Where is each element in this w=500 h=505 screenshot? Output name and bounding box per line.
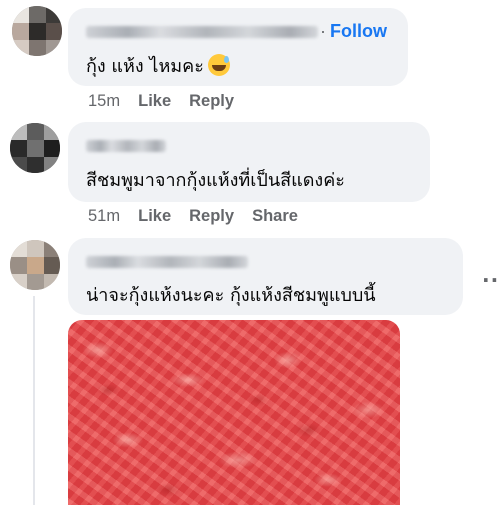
reply-button[interactable]: Reply (189, 92, 234, 111)
reply-button[interactable]: Reply (189, 207, 234, 226)
share-button[interactable]: Share (252, 207, 298, 226)
like-button[interactable]: Like (138, 92, 171, 111)
author-name[interactable] (86, 256, 248, 268)
sweat-smile-emoji-icon (207, 54, 230, 76)
comment-photo-attachment[interactable] (68, 320, 400, 505)
thread-line (33, 296, 35, 505)
follow-button[interactable]: · Follow (320, 21, 387, 42)
comment-bubble: สีชมพูมาจากกุ้งแห้งที่เป็นสีแดงค่ะ (68, 122, 430, 202)
comment-text: น่าจะกุ้งแห้งนะคะ กุ้งแห้งสีชมพูแบบนี้ (86, 285, 376, 306)
comment-text: สีชมพูมาจากกุ้งแห้งที่เป็นสีแดงค่ะ (86, 170, 345, 191)
comment-timestamp[interactable]: 51m (88, 207, 120, 226)
comment-text: กุ้ง แห้ง ไหมคะ (86, 51, 230, 80)
like-button[interactable]: Like (138, 207, 171, 226)
comment-actions: 15m Like Reply (88, 92, 252, 111)
comment-timestamp[interactable]: 15m (88, 92, 120, 111)
comment-actions: 51m Like Reply Share (88, 207, 316, 226)
commenter-avatar[interactable] (12, 6, 62, 56)
author-name[interactable] (86, 140, 166, 152)
author-name[interactable] (86, 26, 318, 38)
comment-bubble: น่าจะกุ้งแห้งนะคะ กุ้งแห้งสีชมพูแบบนี้ (68, 238, 463, 315)
more-options-icon[interactable]: ··· (482, 268, 500, 292)
commenter-avatar[interactable] (10, 240, 60, 290)
commenter-avatar[interactable] (10, 123, 60, 173)
comment-bubble: · Follow กุ้ง แห้ง ไหมคะ (68, 8, 408, 86)
